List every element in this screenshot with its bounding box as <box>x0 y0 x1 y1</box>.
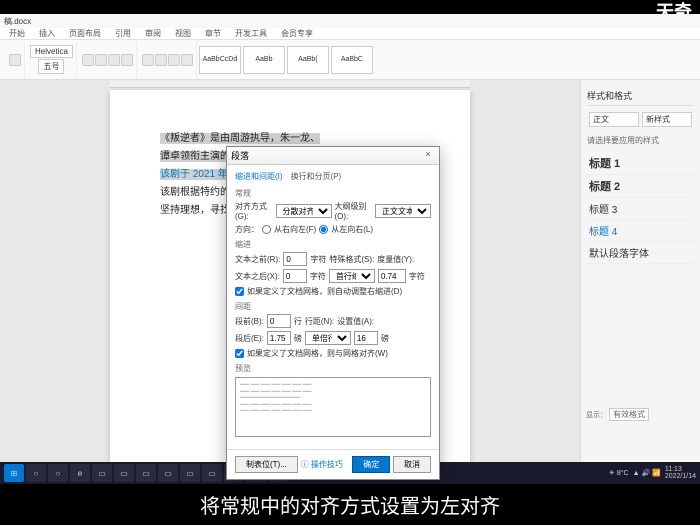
dialog-title: 段落 <box>231 149 249 162</box>
align-justify-button[interactable] <box>181 54 193 66</box>
titlebar: 稿.docx <box>0 14 700 28</box>
underline-button[interactable] <box>108 54 120 66</box>
tab-view[interactable]: 视图 <box>172 27 194 40</box>
style-h3[interactable]: AaBbC <box>331 46 373 74</box>
align-right-button[interactable] <box>168 54 180 66</box>
align-center-button[interactable] <box>155 54 167 66</box>
heading-1[interactable]: 标题 1 <box>587 152 694 175</box>
panel-title: 样式和格式 <box>587 86 694 106</box>
snap-grid-check[interactable] <box>235 349 244 358</box>
tray-icons[interactable]: ▲ 🔊 📶 <box>633 469 661 477</box>
ribbon-tabs: 开始 插入 页面布局 引用 审阅 视图 章节 开发工具 会员专享 <box>0 28 700 40</box>
style-normal[interactable]: AaBbCcDd <box>199 46 241 74</box>
set-value-input[interactable] <box>354 331 378 345</box>
cancel-button[interactable]: 取消 <box>393 456 431 473</box>
align-left-button[interactable] <box>142 54 154 66</box>
paragraph-dialog: 段落 × 缩进和间距(I) 换行和分页(P) 常规 对齐方式(G): 分散对齐 … <box>226 146 440 480</box>
cortana-icon[interactable]: ○ <box>48 464 68 482</box>
style-gallery: AaBbCcDd AaBb AaBb( AaBbC <box>199 46 373 74</box>
heading-3[interactable]: 标题 3 <box>587 198 694 220</box>
tab-section[interactable]: 章节 <box>202 27 224 40</box>
font-selector[interactable]: Helvetica <box>30 45 73 58</box>
indent-before-input[interactable] <box>283 252 307 266</box>
app-icon[interactable]: ▭ <box>114 464 134 482</box>
paste-button[interactable] <box>9 54 21 66</box>
pick-hint: 请选择要应用的样式 <box>587 135 694 146</box>
tabs-button[interactable]: 制表位(T)... <box>235 456 298 473</box>
start-button[interactable]: ⊞ <box>4 464 24 482</box>
app-icon[interactable]: ▭ <box>180 464 200 482</box>
styles-panel: 样式和格式 正文 新样式 请选择要应用的样式 标题 1 标题 2 标题 3 标题… <box>580 80 700 484</box>
tab-dev[interactable]: 开发工具 <box>232 27 270 40</box>
tab-indent[interactable]: 缩进和间距(I) <box>235 171 283 182</box>
edge-icon[interactable]: e <box>70 464 90 482</box>
style-h2[interactable]: AaBb( <box>287 46 329 74</box>
tab-ref[interactable]: 引用 <box>112 27 134 40</box>
section-indent: 缩进 <box>235 239 431 250</box>
ok-button[interactable]: 确定 <box>352 456 390 473</box>
search-icon[interactable]: ○ <box>26 464 46 482</box>
wps-window: 稿.docx 开始 插入 页面布局 引用 审阅 视图 章节 开发工具 会员专享 … <box>0 14 700 484</box>
subtitle-caption: 将常规中的对齐方式设置为左对齐 <box>0 484 700 525</box>
space-before-input[interactable] <box>267 314 291 328</box>
document-title: 稿.docx <box>4 16 31 27</box>
heading-4[interactable]: 标题 4 <box>587 220 694 242</box>
alignment-select[interactable]: 分散对齐 <box>276 204 332 218</box>
size-selector[interactable]: 五号 <box>38 59 64 74</box>
tips-link[interactable]: ⓘ 操作技巧 <box>301 460 343 469</box>
tab-pagebreak[interactable]: 换行和分页(P) <box>291 171 342 182</box>
show-filter[interactable]: 有效格式 <box>609 408 649 421</box>
app-icon[interactable]: ▭ <box>158 464 178 482</box>
auto-adjust-check[interactable] <box>235 287 244 296</box>
app-icon[interactable]: ▭ <box>202 464 222 482</box>
space-after-input[interactable] <box>267 331 291 345</box>
outline-select[interactable]: 正文文本 <box>375 204 431 218</box>
section-spacing: 间距 <box>235 301 431 312</box>
bold-button[interactable] <box>82 54 94 66</box>
section-general: 常规 <box>235 188 431 199</box>
metric-input[interactable] <box>378 269 406 283</box>
tab-layout[interactable]: 页面布局 <box>66 27 104 40</box>
horizontal-ruler[interactable] <box>110 80 470 88</box>
style-h1[interactable]: AaBb <box>243 46 285 74</box>
dir-ltr-radio[interactable] <box>319 225 328 234</box>
close-icon[interactable]: × <box>421 149 435 163</box>
tab-vip[interactable]: 会员专享 <box>278 27 316 40</box>
heading-2[interactable]: 标题 2 <box>587 175 694 198</box>
new-style-button[interactable]: 新样式 <box>642 112 692 127</box>
special-select[interactable]: 首行缩进 <box>329 269 375 283</box>
indent-after-input[interactable] <box>283 269 307 283</box>
explorer-icon[interactable]: ▭ <box>92 464 112 482</box>
section-preview: 预览 <box>235 363 431 374</box>
ribbon-toolbar: Helvetica 五号 AaBbCcDd AaBb AaBb( AaBbC <box>0 40 700 80</box>
clear-format[interactable]: 默认段落字体 <box>587 242 694 264</box>
tab-insert[interactable]: 插入 <box>36 27 58 40</box>
current-style[interactable]: 正文 <box>589 112 639 127</box>
italic-button[interactable] <box>95 54 107 66</box>
preview-box: ━━━ ━━━ ━━━ ━━━ ━━━ ━━━ ━━━━━━ ━━━ ━━━ ━… <box>235 377 431 437</box>
clock[interactable]: 11:132022/1/14 <box>665 466 696 480</box>
dir-rtl-radio[interactable] <box>262 225 271 234</box>
tab-review[interactable]: 审阅 <box>142 27 164 40</box>
strike-button[interactable] <box>121 54 133 66</box>
app-icon[interactable]: ▭ <box>136 464 156 482</box>
weather[interactable]: ☀ 8°C <box>609 469 629 477</box>
tab-home[interactable]: 开始 <box>6 27 28 40</box>
line-space-select[interactable]: 单倍行距 <box>305 331 351 345</box>
